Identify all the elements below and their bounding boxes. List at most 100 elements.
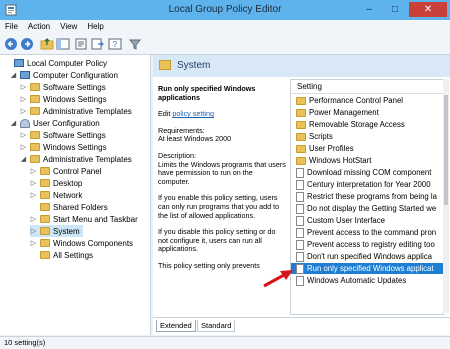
close-button[interactable]: ✕ <box>409 2 447 17</box>
tree-item-network[interactable]: ▷ Network <box>30 189 83 201</box>
tree-item-label: Shared Folders <box>53 202 108 212</box>
back-arrow-icon[interactable] <box>4 37 18 51</box>
tree-item-all-settings[interactable]: All Settings <box>30 249 93 261</box>
edit-policy-line: Edit policy setting <box>158 109 286 119</box>
show-hide-tree-icon[interactable] <box>56 37 70 51</box>
expand-arrow-icon[interactable]: ▷ <box>30 227 37 235</box>
tree-item-system[interactable]: ▷ System <box>30 225 83 237</box>
expand-arrow-icon[interactable]: ▷ <box>30 215 37 223</box>
computer-icon <box>14 59 24 67</box>
tree-item-label: Software Settings <box>43 130 106 140</box>
list-item[interactable]: Don't run specified Windows applica <box>291 251 443 262</box>
list-item-label: Windows HotStart <box>309 156 372 165</box>
menu-action[interactable]: Action <box>23 20 55 34</box>
list-item[interactable]: Prevent access to the command pron <box>291 227 443 238</box>
list-item-label: Scripts <box>309 132 333 141</box>
list-item-label: Windows Automatic Updates <box>307 276 407 285</box>
list-item-label: Custom User Interface <box>307 216 385 225</box>
folder-icon <box>30 143 40 151</box>
list-item[interactable]: Prevent access to registry editing too <box>291 239 443 250</box>
tab-standard[interactable]: Standard <box>197 320 236 332</box>
expand-arrow-icon[interactable]: ▷ <box>20 131 27 139</box>
menu-help[interactable]: Help <box>82 20 108 34</box>
setting-icon <box>296 239 304 250</box>
tree-item-user-software-settings[interactable]: ▷ Software Settings <box>20 129 106 141</box>
list-item[interactable]: User Profiles <box>291 143 443 154</box>
list-item[interactable]: Scripts <box>291 131 443 142</box>
list-item-label: Prevent access to the command pron <box>307 228 437 237</box>
maximize-button[interactable]: □ <box>383 2 407 17</box>
setting-column-header[interactable]: Setting <box>291 80 443 94</box>
tree-item-windows-settings[interactable]: ▷ Windows Settings <box>20 93 107 105</box>
list-item[interactable]: Removable Storage Access <box>291 119 443 130</box>
tree-item-desktop[interactable]: ▷ Desktop <box>30 177 83 189</box>
list-item[interactable]: Custom User Interface <box>291 215 443 226</box>
list-item[interactable]: Performance Control Panel <box>291 95 443 106</box>
list-item-label: Download missing COM component <box>307 168 432 177</box>
setting-icon <box>296 167 304 178</box>
export-list-icon[interactable] <box>90 37 104 51</box>
list-item[interactable]: Power Management <box>291 107 443 118</box>
forward-arrow-icon[interactable] <box>20 37 34 51</box>
minimize-button[interactable]: – <box>357 2 381 17</box>
tree-item-shared-folders[interactable]: Shared Folders <box>30 201 108 213</box>
tree-item-start-menu-taskbar[interactable]: ▷ Start Menu and Taskbar <box>30 213 138 225</box>
vertical-scrollbar[interactable] <box>443 79 449 313</box>
list-item[interactable]: Do not display the Getting Started we <box>291 203 443 214</box>
folder-icon <box>30 131 40 139</box>
collapse-arrow-icon[interactable]: ◢ <box>10 119 17 127</box>
help-icon[interactable]: ? <box>108 37 122 51</box>
tree-item-user-administrative-templates[interactable]: ◢ Administrative Templates <box>20 153 132 165</box>
scrollbar-thumb[interactable] <box>444 95 448 205</box>
expand-arrow-icon[interactable]: ▷ <box>30 167 37 175</box>
tree-item-local-computer-policy[interactable]: Local Computer Policy <box>4 57 107 69</box>
list-item[interactable]: Windows HotStart <box>291 155 443 166</box>
requirements: Requirements: At least Windows 2000 <box>158 126 286 144</box>
folder-icon <box>296 144 306 153</box>
up-folder-icon[interactable] <box>40 37 54 51</box>
list-item-label: Prevent access to registry editing too <box>307 240 435 249</box>
tree-item-user-configuration[interactable]: ◢ User Configuration <box>10 117 100 129</box>
section-title: System <box>177 60 211 71</box>
list-item-label: Do not display the Getting Started we <box>307 204 437 213</box>
expand-arrow-icon[interactable]: ▷ <box>20 143 27 151</box>
collapse-arrow-icon[interactable]: ◢ <box>10 71 17 79</box>
edit-policy-setting-link[interactable]: policy setting <box>172 109 214 118</box>
tree-item-control-panel[interactable]: ▷ Control Panel <box>30 165 102 177</box>
folder-icon <box>40 203 50 211</box>
expand-arrow-icon[interactable]: ▷ <box>20 95 27 103</box>
tree-item-computer-configuration[interactable]: ◢ Computer Configuration <box>10 69 118 81</box>
properties-icon[interactable] <box>74 37 88 51</box>
tree-item-label: Control Panel <box>53 166 102 176</box>
requirements-value: At least Windows 2000 <box>158 134 232 144</box>
description-block: Description: Limits the Windows programs … <box>158 151 286 186</box>
expand-arrow-icon[interactable]: ▷ <box>30 179 37 187</box>
list-item[interactable]: Download missing COM component <box>291 167 443 178</box>
menu-file[interactable]: File <box>0 20 23 34</box>
expand-arrow-icon[interactable]: ▷ <box>20 83 27 91</box>
list-item[interactable]: Restrict these programs from being la <box>291 191 443 202</box>
tree-item-label: Software Settings <box>43 82 106 92</box>
tree-item-software-settings[interactable]: ▷ Software Settings <box>20 81 106 93</box>
collapse-arrow-icon[interactable]: ◢ <box>20 155 27 163</box>
tree-item-user-windows-settings[interactable]: ▷ Windows Settings <box>20 141 107 153</box>
tree-item-windows-components[interactable]: ▷ Windows Components <box>30 237 133 249</box>
tree-item-administrative-templates[interactable]: ▷ Administrative Templates <box>20 105 132 117</box>
policy-title: Run only specified Windows applications <box>158 85 256 102</box>
tab-extended[interactable]: Extended <box>156 320 196 332</box>
menu-view[interactable]: View <box>55 20 82 34</box>
filter-icon[interactable] <box>128 37 142 51</box>
svg-text:?: ? <box>113 40 118 49</box>
folder-icon <box>296 120 306 129</box>
folder-icon <box>296 132 306 141</box>
tree-item-label: Local Computer Policy <box>27 58 108 68</box>
expand-arrow-icon[interactable]: ▷ <box>20 107 27 115</box>
list-item[interactable]: Century interpretation for Year 2000 <box>291 179 443 190</box>
folder-icon <box>40 227 50 235</box>
list-item[interactable]: Windows Automatic Updates <box>291 275 443 286</box>
list-item-selected[interactable]: Run only specified Windows applicat <box>291 263 443 274</box>
tree-item-label: Windows Settings <box>43 94 107 104</box>
expand-arrow-icon[interactable]: ▷ <box>30 191 37 199</box>
expand-arrow-icon[interactable]: ▷ <box>30 239 37 247</box>
list-item-label: Century interpretation for Year 2000 <box>307 180 431 189</box>
